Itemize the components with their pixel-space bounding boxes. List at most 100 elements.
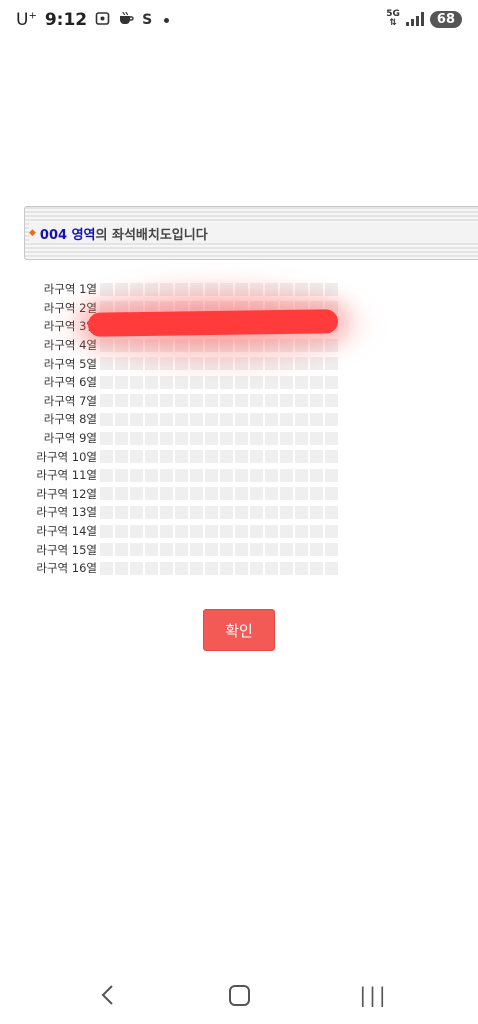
seat[interactable] (325, 431, 338, 445)
seat[interactable] (145, 450, 158, 464)
seat[interactable] (280, 468, 293, 482)
seat[interactable] (325, 394, 338, 408)
seat[interactable] (265, 412, 278, 426)
seat[interactable] (145, 394, 158, 408)
seat[interactable] (190, 450, 203, 464)
seat[interactable] (295, 450, 308, 464)
seat[interactable] (310, 487, 323, 501)
seat[interactable] (235, 561, 248, 575)
seat[interactable] (220, 561, 233, 575)
recent-apps-button[interactable]: ||| (354, 980, 394, 1010)
seat[interactable] (220, 468, 233, 482)
seat[interactable] (220, 487, 233, 501)
seat[interactable] (160, 524, 173, 538)
seat[interactable] (235, 394, 248, 408)
seat[interactable] (100, 543, 113, 557)
seat[interactable] (310, 505, 323, 519)
seat[interactable] (160, 431, 173, 445)
seat[interactable] (295, 543, 308, 557)
seat[interactable] (325, 450, 338, 464)
seat[interactable] (175, 394, 188, 408)
seat[interactable] (205, 561, 218, 575)
seat[interactable] (205, 450, 218, 464)
seat[interactable] (100, 468, 113, 482)
seat[interactable] (310, 394, 323, 408)
seat[interactable] (115, 487, 128, 501)
seat[interactable] (310, 524, 323, 538)
seat[interactable] (235, 412, 248, 426)
seat[interactable] (175, 450, 188, 464)
seat[interactable] (115, 394, 128, 408)
seat[interactable] (235, 524, 248, 538)
seat[interactable] (310, 431, 323, 445)
seat[interactable] (205, 431, 218, 445)
seat[interactable] (325, 561, 338, 575)
back-button[interactable] (88, 980, 128, 1010)
seat[interactable] (100, 487, 113, 501)
seat[interactable] (250, 450, 263, 464)
seat[interactable] (190, 412, 203, 426)
seat[interactable] (220, 524, 233, 538)
seat[interactable] (265, 524, 278, 538)
seat[interactable] (160, 561, 173, 575)
seat[interactable] (100, 394, 113, 408)
seat[interactable] (265, 561, 278, 575)
seat[interactable] (130, 450, 143, 464)
seat[interactable] (295, 412, 308, 426)
seat[interactable] (190, 505, 203, 519)
seat[interactable] (280, 487, 293, 501)
seat[interactable] (190, 543, 203, 557)
seat[interactable] (190, 468, 203, 482)
seat[interactable] (325, 487, 338, 501)
seat[interactable] (295, 561, 308, 575)
seat[interactable] (145, 412, 158, 426)
seat[interactable] (250, 468, 263, 482)
seat[interactable] (205, 524, 218, 538)
seat[interactable] (265, 394, 278, 408)
seat[interactable] (280, 561, 293, 575)
seat[interactable] (265, 450, 278, 464)
seat[interactable] (100, 412, 113, 426)
seat[interactable] (235, 431, 248, 445)
seat[interactable] (280, 505, 293, 519)
seat[interactable] (205, 505, 218, 519)
seat[interactable] (205, 468, 218, 482)
seat[interactable] (130, 468, 143, 482)
seat[interactable] (220, 412, 233, 426)
seat[interactable] (190, 487, 203, 501)
seat[interactable] (265, 468, 278, 482)
seat[interactable] (130, 487, 143, 501)
seat[interactable] (250, 543, 263, 557)
seat[interactable] (295, 468, 308, 482)
seat[interactable] (325, 524, 338, 538)
seat[interactable] (145, 505, 158, 519)
seat[interactable] (160, 450, 173, 464)
seat[interactable] (310, 561, 323, 575)
seat[interactable] (235, 543, 248, 557)
seat[interactable] (295, 431, 308, 445)
seat[interactable] (295, 487, 308, 501)
seat[interactable] (280, 450, 293, 464)
seat[interactable] (235, 468, 248, 482)
seat[interactable] (100, 524, 113, 538)
seat[interactable] (310, 450, 323, 464)
seat[interactable] (145, 487, 158, 501)
seat[interactable] (310, 468, 323, 482)
seat[interactable] (310, 412, 323, 426)
seat[interactable] (145, 543, 158, 557)
seat[interactable] (115, 561, 128, 575)
seat[interactable] (190, 431, 203, 445)
seat[interactable] (325, 412, 338, 426)
seat[interactable] (115, 412, 128, 426)
seat[interactable] (160, 505, 173, 519)
seat[interactable] (115, 505, 128, 519)
seat[interactable] (130, 561, 143, 575)
seat[interactable] (115, 524, 128, 538)
seat[interactable] (250, 412, 263, 426)
seat[interactable] (265, 543, 278, 557)
seat[interactable] (265, 431, 278, 445)
seat[interactable] (145, 431, 158, 445)
seat[interactable] (175, 524, 188, 538)
seat[interactable] (175, 505, 188, 519)
seat[interactable] (115, 450, 128, 464)
